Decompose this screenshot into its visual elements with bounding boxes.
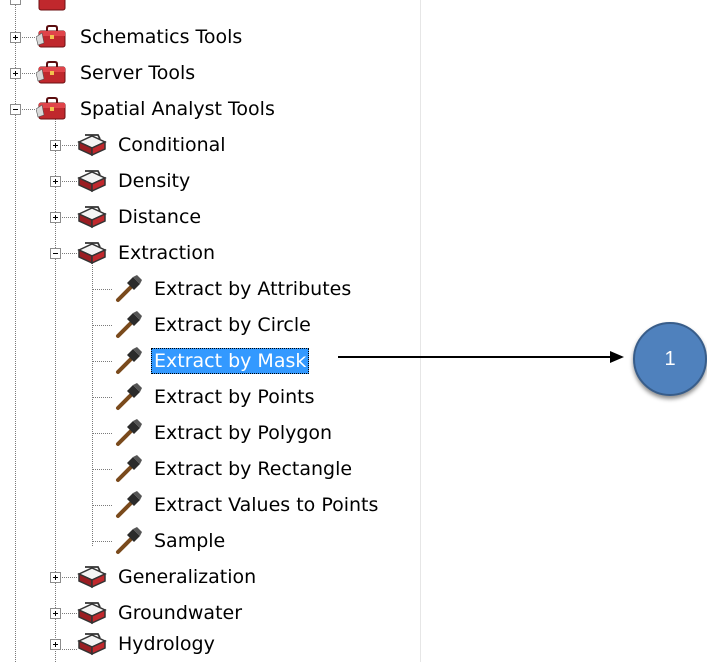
callout-badge: 1 — [633, 322, 707, 396]
callout-number: 1 — [664, 347, 676, 370]
annotation-arrow — [338, 351, 624, 363]
